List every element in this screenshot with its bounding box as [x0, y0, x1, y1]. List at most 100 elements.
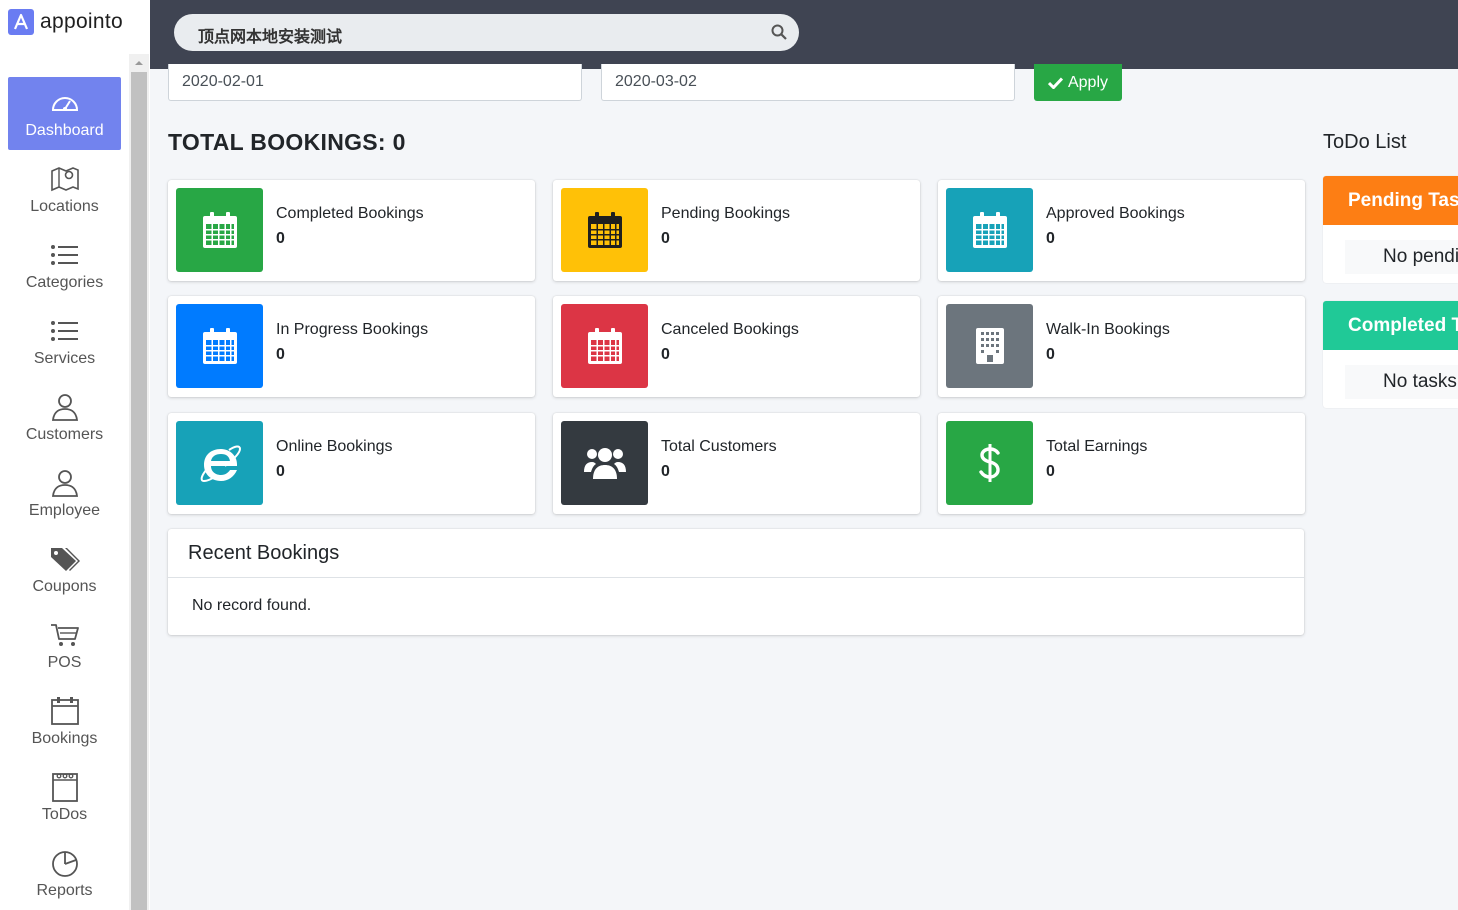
stat-label: Online Bookings: [276, 438, 393, 455]
stat-card-earnings[interactable]: Total Earnings 0: [938, 413, 1305, 514]
sidebar-item-label: Employee: [28, 501, 101, 519]
stat-value: 0: [276, 230, 285, 247]
sidebar-item-reports[interactable]: Reports: [8, 837, 121, 910]
stat-card-completed[interactable]: Completed Bookings 0: [168, 180, 535, 281]
sidebar-item-todos[interactable]: ToDos: [8, 761, 121, 834]
stat-tile: [176, 421, 263, 505]
apply-label: Apply: [1067, 73, 1109, 91]
stat-value: 0: [276, 463, 285, 480]
cart-icon: [50, 620, 80, 650]
stat-card-pending[interactable]: Pending Bookings 0: [553, 180, 920, 281]
app-name: appointo: [40, 10, 123, 33]
start-date-input[interactable]: 2020-02-01: [168, 64, 582, 101]
stat-tile: [561, 304, 648, 388]
stat-label: Total Customers: [661, 438, 777, 455]
pending-tasks-empty: No pending tasks: [1345, 240, 1458, 274]
stat-value: 0: [276, 346, 285, 363]
sidebar-item-bookings[interactable]: Bookings: [8, 685, 121, 758]
sidebar: appointo Dashboard Locations Categories …: [0, 0, 150, 910]
stat-label: Walk-In Bookings: [1046, 321, 1170, 338]
sidebar-scrollbar[interactable]: [129, 54, 149, 910]
todo-list-title: ToDo List: [1323, 131, 1407, 153]
stat-label: Completed Bookings: [276, 205, 424, 222]
stat-tile: [176, 304, 263, 388]
stat-value: 0: [661, 463, 670, 480]
stat-label: Total Earnings: [1046, 438, 1148, 455]
sidebar-item-pos[interactable]: POS: [8, 609, 121, 682]
calendar-icon: [972, 212, 1007, 248]
sidebar-item-label: Services: [33, 349, 96, 367]
pending-tasks-body: No pending tasks: [1323, 225, 1458, 283]
end-date-input[interactable]: 2020-03-02: [601, 64, 1015, 101]
logo-icon: [8, 9, 34, 35]
sidebar-item-label: Customers: [25, 425, 104, 443]
sidebar-item-label: Locations: [30, 197, 99, 215]
calendar-icon: [202, 212, 237, 248]
stat-tile: [561, 421, 648, 505]
pie-chart-icon: [50, 848, 80, 878]
notepad-icon: [50, 772, 80, 802]
search-icon[interactable]: [771, 24, 787, 45]
completed-tasks-body: No tasks: [1323, 350, 1458, 408]
stat-card-approved[interactable]: Approved Bookings 0: [938, 180, 1305, 281]
check-icon: [1047, 76, 1063, 89]
calendar-icon: [50, 696, 80, 726]
pending-tasks-card: Pending Tasks No pending tasks: [1323, 176, 1458, 283]
stat-tile: [946, 304, 1033, 388]
stat-label: Pending Bookings: [661, 205, 790, 222]
sidebar-item-label: Bookings: [31, 729, 98, 747]
sidebar-nav: Dashboard Locations Categories Services …: [0, 77, 129, 910]
recent-bookings-empty: No record found.: [192, 597, 312, 614]
user-icon: [50, 392, 80, 422]
map-icon: [50, 164, 80, 194]
completed-tasks-card: Completed Tasks No tasks: [1323, 301, 1458, 408]
calendar-icon: [587, 212, 622, 248]
sidebar-item-label: Coupons: [32, 577, 97, 595]
sidebar-item-label: Reports: [36, 881, 93, 899]
stat-tile: [176, 188, 263, 272]
stat-value: 0: [1046, 230, 1055, 247]
sidebar-item-label: POS: [47, 653, 82, 671]
sidebar-item-categories[interactable]: Categories: [8, 229, 121, 302]
sidebar-item-label: ToDos: [41, 805, 88, 823]
sidebar-item-employee[interactable]: Employee: [8, 457, 121, 530]
stat-card-walk-in[interactable]: Walk-In Bookings 0: [938, 296, 1305, 397]
recent-bookings-title: Recent Bookings: [168, 529, 1304, 578]
completed-tasks-header[interactable]: Completed Tasks: [1323, 301, 1458, 350]
sidebar-item-label: Categories: [25, 273, 104, 291]
sidebar-item-services[interactable]: Services: [8, 305, 121, 378]
stat-card-in-progress[interactable]: In Progress Bookings 0: [168, 296, 535, 397]
stat-label: Approved Bookings: [1046, 205, 1185, 222]
internet-explorer-icon: [200, 445, 241, 483]
stat-value: 0: [1046, 463, 1055, 480]
stat-value: 0: [661, 346, 670, 363]
list-icon: [50, 240, 80, 270]
stat-card-online[interactable]: Online Bookings 0: [168, 413, 535, 514]
tags-icon: [49, 544, 81, 574]
list-icon: [50, 316, 80, 346]
sidebar-item-dashboard[interactable]: Dashboard: [8, 77, 121, 150]
sidebar-item-customers[interactable]: Customers: [8, 381, 121, 454]
stat-label: Canceled Bookings: [661, 321, 799, 338]
sidebar-item-coupons[interactable]: Coupons: [8, 533, 121, 606]
dashboard-icon: [50, 88, 80, 118]
total-bookings-title: TOTAL BOOKINGS: 0: [168, 129, 406, 155]
search-bar[interactable]: 顶点网本地安装测试: [174, 14, 799, 51]
calendar-icon: [587, 328, 622, 364]
recent-bookings-panel: Recent Bookings No record found.: [168, 529, 1304, 635]
users-icon: [583, 448, 626, 479]
stat-tile: [561, 188, 648, 272]
stat-card-canceled[interactable]: Canceled Bookings 0: [553, 296, 920, 397]
stat-card-customers[interactable]: Total Customers 0: [553, 413, 920, 514]
sidebar-item-locations[interactable]: Locations: [8, 153, 121, 226]
completed-tasks-empty: No tasks: [1345, 365, 1458, 399]
calendar-icon: [202, 328, 237, 364]
sidebar-item-label: Dashboard: [25, 121, 104, 139]
scrollbar-thumb[interactable]: [131, 72, 147, 910]
pending-tasks-header[interactable]: Pending Tasks: [1323, 176, 1458, 225]
apply-button[interactable]: Apply: [1034, 64, 1122, 101]
app-logo[interactable]: appointo: [8, 8, 123, 36]
stat-value: 0: [1046, 346, 1055, 363]
search-input[interactable]: 顶点网本地安装测试: [198, 23, 342, 47]
scroll-up-arrow-icon[interactable]: [129, 54, 149, 71]
